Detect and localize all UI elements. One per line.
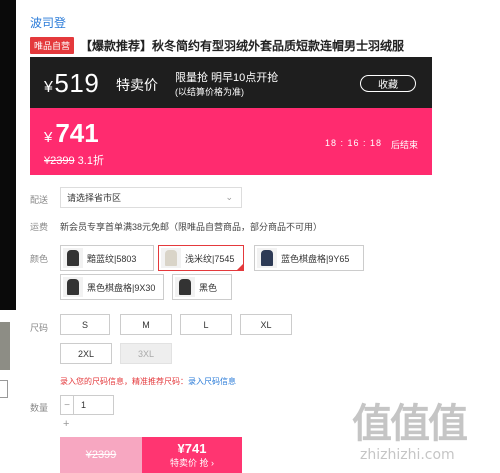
product-image-edge bbox=[0, 0, 16, 310]
chevron-down-icon: ⌄ bbox=[225, 192, 233, 202]
current-price-currency: ¥ bbox=[44, 129, 53, 146]
product-title: 【爆款推荐】秋冬简约有型羽绒外套品质短款连帽男士羽绒服 bbox=[80, 39, 405, 53]
color-swatch-image bbox=[63, 248, 83, 268]
color-swatch-image bbox=[161, 248, 181, 268]
sale-price-value: 519 bbox=[54, 68, 100, 98]
original-price: ¥2399 bbox=[44, 155, 75, 167]
original-price-button[interactable]: ¥2399 bbox=[60, 437, 142, 473]
watermark-logo: 值值值 bbox=[352, 401, 468, 447]
self-operated-badge: 唯品自营 bbox=[30, 37, 75, 54]
buy-now-button[interactable]: ¥741 特卖价 抢 › bbox=[142, 437, 242, 473]
color-option-label: 黑色棋盘格|9X30 bbox=[87, 282, 156, 293]
size-option-m[interactable]: M bbox=[120, 314, 172, 335]
original-price-line: ¥2399 3.1折 bbox=[44, 152, 104, 168]
current-price-banner: ¥741 ¥2399 3.1折 18 : 16 : 18 后结束 bbox=[30, 108, 432, 175]
color-option-label: 浅米纹|7545 bbox=[185, 253, 235, 264]
size-info-text: 录入您的尺码信息，精准推荐尺码： bbox=[60, 377, 188, 386]
region-select[interactable]: 请选择省市区 ⌄ bbox=[60, 187, 242, 208]
color-option-selected[interactable]: 浅米纹|7545 bbox=[158, 245, 244, 271]
delivery-label: 配送 bbox=[30, 195, 49, 205]
size-option-s[interactable]: S bbox=[60, 314, 110, 335]
thumbnail-edge-2[interactable] bbox=[0, 380, 8, 398]
watermark-url: zhizhizhi.com bbox=[360, 447, 455, 463]
buy-now-label: 特卖价 抢 › bbox=[170, 458, 214, 468]
color-option[interactable]: 黯蓝纹|5803 bbox=[60, 245, 154, 271]
color-option[interactable]: 黑色 bbox=[172, 274, 232, 300]
size-option-3xl: 3XL bbox=[120, 343, 172, 364]
limited-sale-note: (以结算价格为准) bbox=[175, 87, 244, 97]
quantity-increase-button[interactable]: + bbox=[63, 418, 69, 430]
color-swatch-image bbox=[257, 248, 277, 268]
quantity-input[interactable]: 1 bbox=[74, 396, 113, 414]
quantity-stepper: − 1 bbox=[60, 395, 114, 415]
sale-price-label: 特卖价 bbox=[116, 77, 158, 93]
discount-rate: 3.1折 bbox=[77, 155, 104, 167]
buy-now-price: ¥741 bbox=[177, 441, 207, 456]
color-label: 颜色 bbox=[30, 254, 49, 264]
brand-link[interactable]: 波司登 bbox=[30, 14, 66, 31]
quantity-label: 数量 bbox=[30, 403, 49, 413]
size-label: 尺码 bbox=[30, 323, 49, 333]
freight-label: 运费 bbox=[30, 222, 49, 232]
size-option-2xl[interactable]: 2XL bbox=[60, 343, 112, 364]
color-option-label: 黯蓝纹|5803 bbox=[87, 253, 137, 264]
size-option-xl[interactable]: XL bbox=[240, 314, 292, 335]
sale-price-currency: ¥ bbox=[44, 79, 54, 96]
color-swatch-image bbox=[63, 277, 83, 297]
color-option[interactable]: 蓝色棋盘格|9Y65 bbox=[254, 245, 364, 271]
color-option-label: 黑色 bbox=[199, 282, 218, 293]
original-price-button-label: ¥2399 bbox=[85, 449, 117, 461]
sale-price: ¥519 bbox=[44, 68, 99, 99]
freight-info: 新会员专享首单满38元免邮（限唯品自营商品，部分商品不可用） bbox=[60, 222, 323, 232]
site-watermark: 值值值 zhizhizhi.com bbox=[346, 391, 494, 471]
thumbnail-edge[interactable] bbox=[0, 322, 10, 370]
size-option-l[interactable]: L bbox=[180, 314, 232, 335]
favorite-button[interactable]: 收藏 bbox=[360, 75, 416, 92]
size-info-link[interactable]: 录入尺码信息 bbox=[188, 377, 236, 386]
limited-sale-notice: 限量抢 明早10点开抢 bbox=[175, 72, 279, 84]
region-select-value: 请选择省市区 bbox=[67, 193, 122, 203]
color-swatch-image bbox=[175, 277, 195, 297]
flash-sale-banner: ¥519 特卖价 限量抢 明早10点开抢 (以结算价格为准) 收藏 bbox=[30, 57, 432, 108]
product-title-row: 唯品自营 【爆款推荐】秋冬简约有型羽绒外套品质短款连帽男士羽绒服 bbox=[30, 37, 404, 54]
color-option-label: 蓝色棋盘格|9Y65 bbox=[281, 253, 350, 264]
color-option[interactable]: 黑色棋盘格|9X30 bbox=[60, 274, 164, 300]
selected-corner-icon bbox=[236, 263, 244, 271]
countdown-timer: 18 : 16 : 18 bbox=[324, 138, 382, 148]
countdown-suffix: 后结束 bbox=[390, 140, 418, 150]
quantity-decrease-button[interactable]: − bbox=[61, 396, 74, 414]
current-price: ¥741 bbox=[44, 118, 99, 149]
current-price-value: 741 bbox=[55, 118, 99, 148]
size-info: 录入您的尺码信息，精准推荐尺码：录入尺码信息 bbox=[60, 376, 236, 387]
